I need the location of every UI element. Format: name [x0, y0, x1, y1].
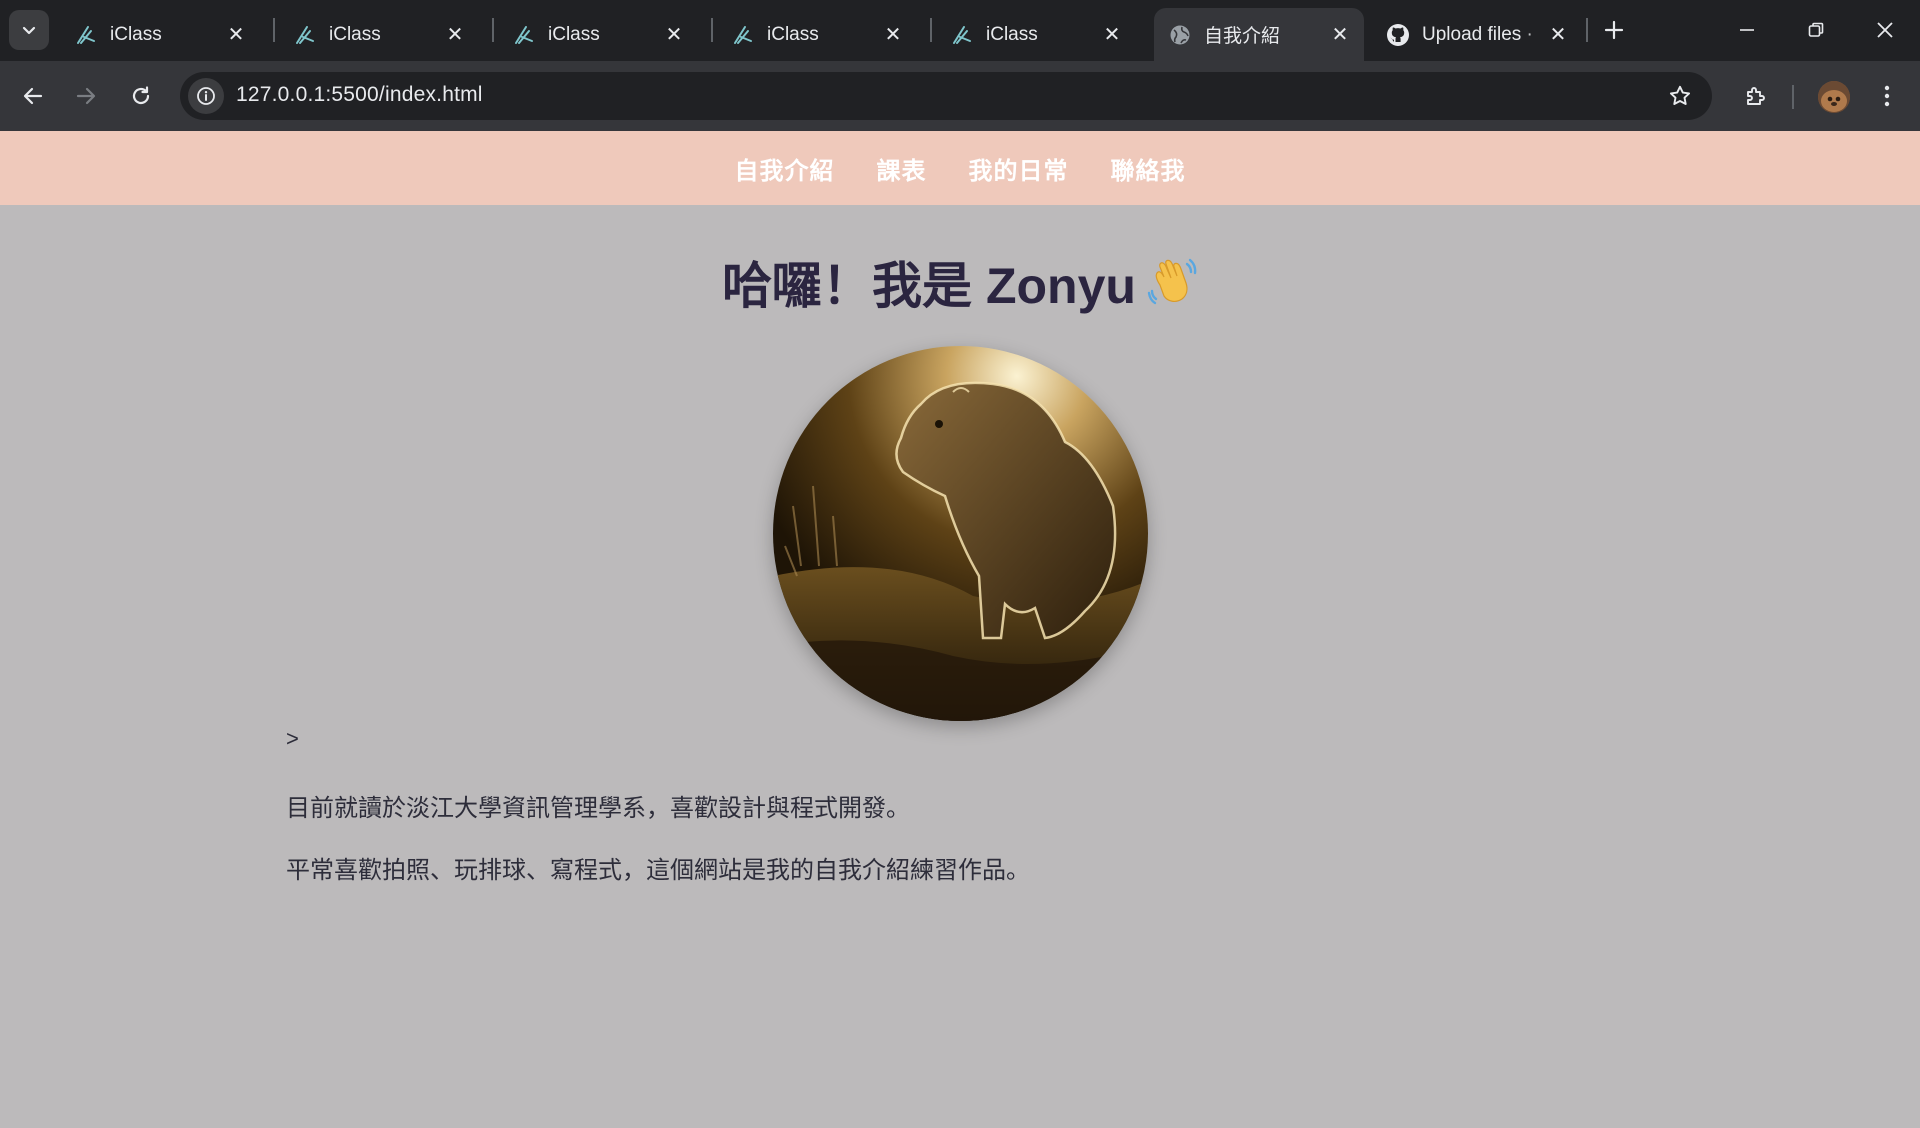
- star-icon: [1669, 85, 1691, 105]
- url-text[interactable]: 127.0.0.1:5500/index.html: [236, 83, 483, 107]
- globe-icon: [1168, 23, 1192, 47]
- tab-separator: [930, 18, 932, 42]
- restore-button[interactable]: [1793, 10, 1839, 50]
- tab-title: Upload files ·: [1422, 23, 1533, 45]
- reload-button[interactable]: [123, 78, 159, 114]
- toolbar-divider: [1792, 85, 1794, 109]
- tab-iclass-3[interactable]: iClass ✕: [498, 8, 698, 61]
- page-title-text: 哈囉！我是 Zonyu: [722, 258, 1136, 314]
- tab-separator: [492, 18, 494, 42]
- minimize-button[interactable]: [1724, 10, 1770, 50]
- page-title: 哈囉！我是 Zonyu: [0, 246, 1920, 319]
- nav-link-schedule[interactable]: 課表: [877, 151, 927, 186]
- capybara-photo: [773, 346, 1148, 721]
- close-tab-icon[interactable]: ✕: [660, 21, 688, 49]
- intro-paragraph: 平常喜歡拍照、玩排球、寫程式，這個網站是我的自我介紹練習作品。: [286, 857, 1030, 884]
- browser-toolbar: 127.0.0.1:5500/index.html: [0, 61, 1920, 131]
- tab-active-self-intro[interactable]: 自我介紹 ✕: [1154, 8, 1364, 61]
- tab-title: iClass: [767, 23, 819, 45]
- iclass-icon: [293, 23, 317, 47]
- reload-icon: [132, 86, 150, 105]
- close-tab-icon[interactable]: ✕: [1098, 21, 1126, 49]
- plus-icon: [1604, 20, 1624, 40]
- restore-icon: [1808, 22, 1824, 37]
- close-icon: [1877, 22, 1893, 38]
- profile-avatar-icon: [1818, 81, 1850, 113]
- waving-hand-icon: [1146, 255, 1198, 319]
- profile-avatar-button[interactable]: [1818, 81, 1850, 113]
- iclass-icon: [512, 23, 536, 47]
- tab-title: iClass: [329, 23, 381, 45]
- tab-github-upload[interactable]: Upload files · ✕: [1372, 8, 1582, 61]
- tab-title: iClass: [548, 23, 600, 45]
- tab-strip: iClass ✕ iClass ✕ iClass ✕ iClass ✕ iCla…: [0, 0, 1920, 61]
- minimize-icon: [1740, 29, 1754, 31]
- tab-iclass-1[interactable]: iClass ✕: [60, 8, 260, 61]
- iclass-icon: [950, 23, 974, 47]
- close-window-button[interactable]: [1862, 10, 1908, 50]
- close-tab-icon[interactable]: ✕: [1326, 21, 1354, 49]
- nav-link-daily[interactable]: 我的日常: [969, 151, 1069, 186]
- back-button[interactable]: [15, 78, 51, 114]
- tab-separator: [1586, 18, 1588, 42]
- tab-title: iClass: [986, 23, 1038, 45]
- tab-title: 自我介紹: [1204, 26, 1281, 47]
- close-tab-icon[interactable]: ✕: [879, 21, 907, 49]
- forward-arrow-icon: [76, 87, 96, 105]
- tab-iclass-4[interactable]: iClass ✕: [717, 8, 917, 61]
- github-icon: [1386, 23, 1410, 47]
- forward-button[interactable]: [68, 78, 104, 114]
- site-info-button[interactable]: [188, 78, 224, 114]
- tab-iclass-5[interactable]: iClass ✕: [936, 8, 1136, 61]
- browser-menu-button[interactable]: [1870, 78, 1904, 114]
- close-tab-icon[interactable]: ✕: [441, 21, 469, 49]
- tab-title: iClass: [110, 23, 162, 45]
- intro-paragraph: 目前就讀於淡江大學資訊管理學系，喜歡設計與程式開發。: [286, 795, 910, 822]
- nav-link-contact[interactable]: 聯絡我: [1111, 151, 1186, 186]
- tab-search-button[interactable]: [9, 10, 49, 50]
- nav-link-about[interactable]: 自我介紹: [735, 151, 835, 186]
- address-bar[interactable]: 127.0.0.1:5500/index.html: [180, 72, 1712, 120]
- close-tab-icon[interactable]: ✕: [1544, 21, 1572, 49]
- site-navigation: 自我介紹 課表 我的日常 聯絡我: [0, 131, 1920, 205]
- tab-iclass-2[interactable]: iClass ✕: [279, 8, 479, 61]
- new-tab-button[interactable]: [1598, 14, 1630, 46]
- info-icon: [197, 87, 215, 105]
- close-tab-icon[interactable]: ✕: [222, 21, 250, 49]
- iclass-icon: [731, 23, 755, 47]
- iclass-icon: [74, 23, 98, 47]
- more-vert-icon: [1884, 85, 1890, 107]
- stray-text: >: [286, 726, 299, 751]
- tab-separator: [273, 18, 275, 42]
- back-arrow-icon: [23, 87, 43, 105]
- bookmark-button[interactable]: [1666, 82, 1694, 110]
- chevron-down-icon: [22, 26, 36, 35]
- extensions-button[interactable]: [1738, 78, 1774, 114]
- tab-separator: [711, 18, 713, 42]
- puzzle-icon: [1747, 87, 1765, 105]
